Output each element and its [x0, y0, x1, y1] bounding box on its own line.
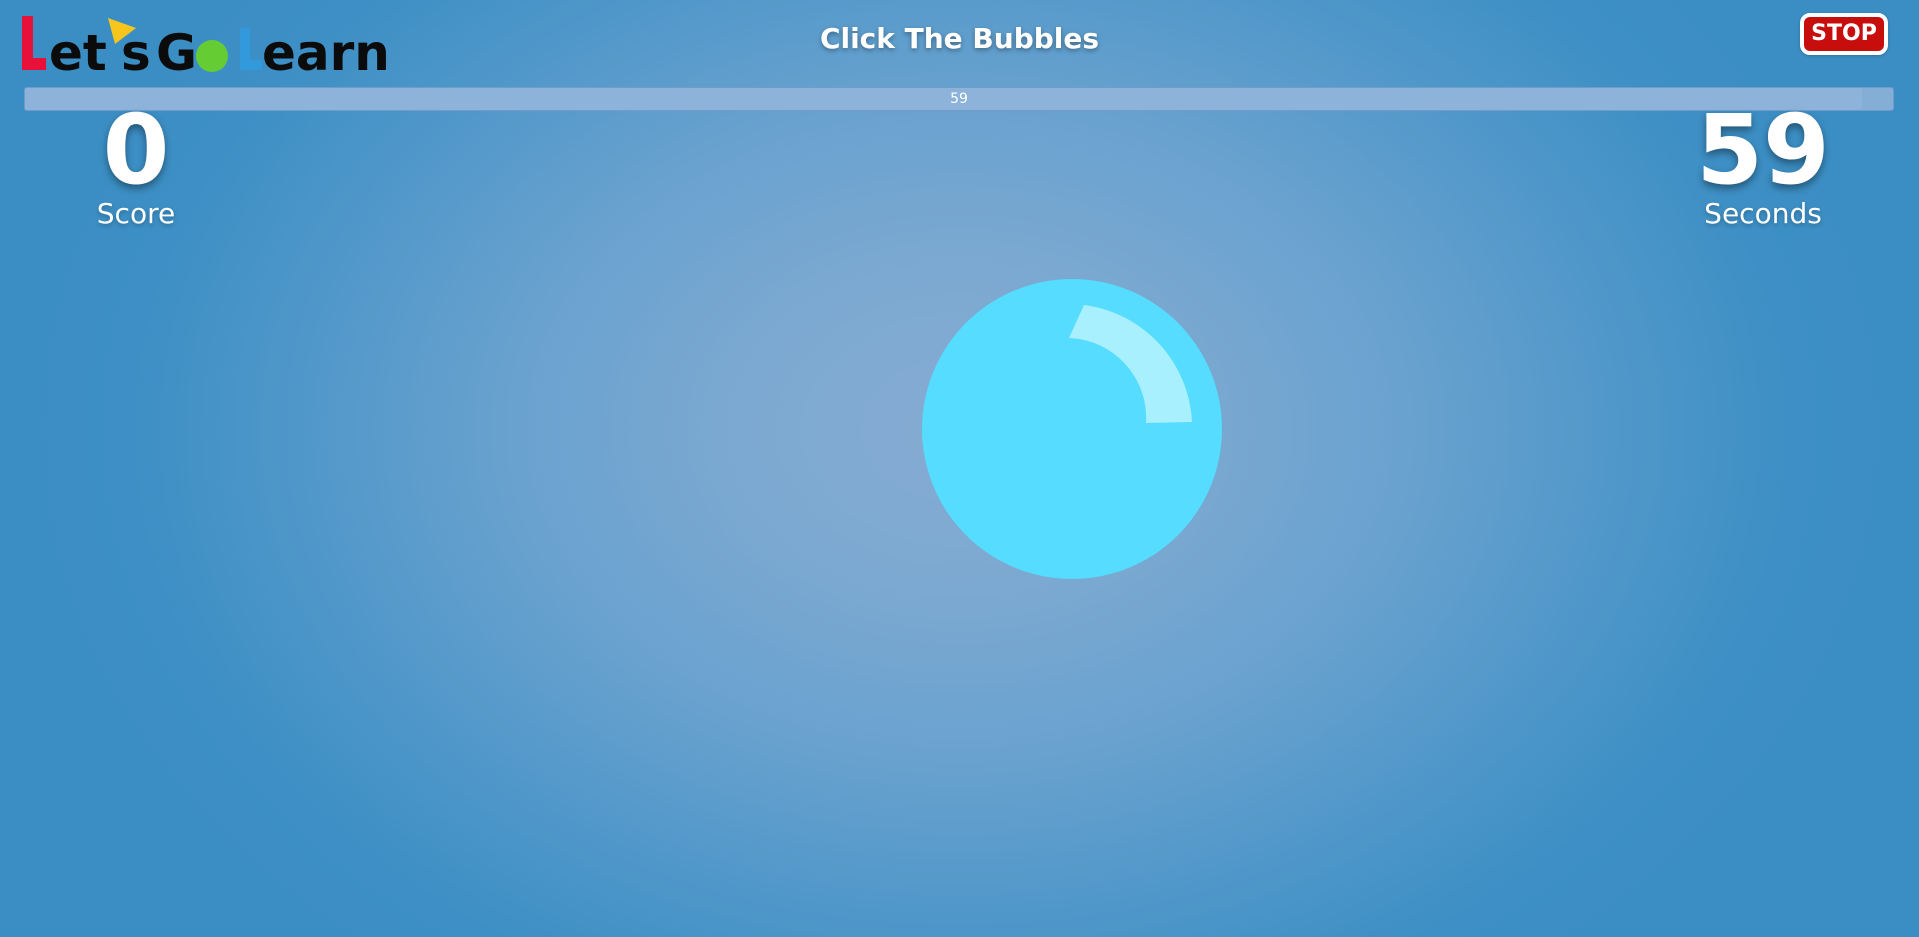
game-title: Click The Bubbles [819, 22, 1100, 55]
seconds-display: 59 Seconds [1663, 98, 1863, 230]
logo-l-red-foot [22, 58, 46, 70]
bubble[interactable] [922, 279, 1222, 579]
bubble-body [922, 279, 1222, 579]
seconds-label: Seconds [1704, 197, 1822, 230]
time-progress-bar: 59 [24, 87, 1894, 111]
stop-button[interactable]: STOP [1800, 13, 1888, 55]
time-progress-label: 59 [950, 91, 968, 107]
seconds-value: 59 [1696, 94, 1830, 206]
score-value: 0 [102, 94, 170, 206]
logo-l-blue-foot [240, 60, 262, 70]
bubble-graphic [922, 279, 1222, 579]
score-label: Score [96, 197, 176, 230]
score-display: 0 Score [36, 98, 236, 230]
